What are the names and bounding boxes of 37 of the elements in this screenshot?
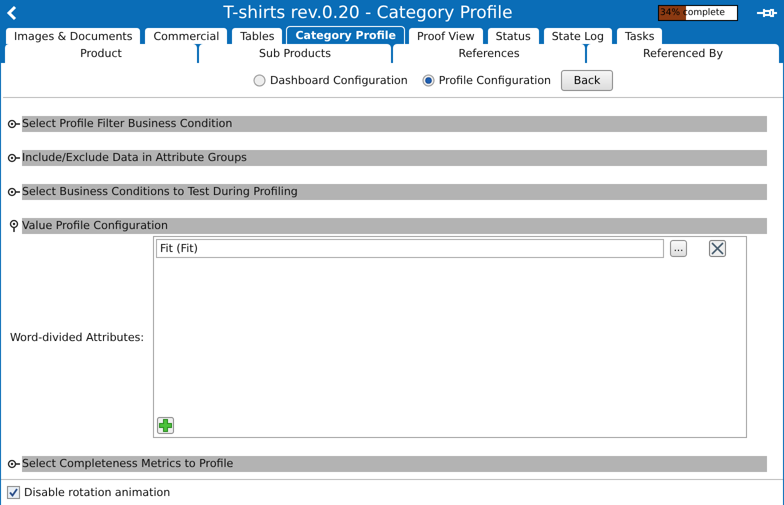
collapse-icon[interactable] — [7, 219, 21, 233]
tab[interactable]: Status — [486, 27, 540, 44]
section-header[interactable]: Value Profile Configuration — [22, 218, 767, 234]
tab[interactable]: Images & Documents — [5, 27, 142, 44]
expand-icon[interactable] — [7, 151, 21, 165]
tab[interactable]: Tables — [231, 27, 284, 44]
checkbox-label: Disable rotation animation — [24, 486, 170, 498]
radio-label: Profile Configuration — [438, 74, 552, 86]
section-header[interactable]: Select Business Conditions to Test During Profiling — [22, 184, 767, 200]
window-title: T-shirts rev.0.20 - Category Profile — [222, 3, 514, 23]
tab[interactable]: Category Profile — [286, 26, 405, 44]
expand-icon[interactable] — [7, 457, 21, 471]
back-button[interactable]: Back — [561, 70, 614, 90]
expand-icon[interactable] — [7, 185, 21, 199]
tab[interactable]: Proof View — [408, 27, 484, 44]
checkbox[interactable] — [7, 486, 20, 498]
subtab[interactable]: References — [393, 44, 585, 63]
tab[interactable]: State Log — [542, 27, 613, 44]
tab[interactable]: Tasks — [616, 27, 664, 44]
subtab[interactable]: Product — [5, 44, 197, 63]
radio-button[interactable] — [252, 74, 266, 86]
section-header[interactable]: Select Profile Filter Business Condition — [22, 116, 767, 132]
subtab[interactable]: Referenced By — [587, 44, 779, 63]
radio-label: Dashboard Configuration — [270, 74, 408, 86]
tab[interactable]: Commercial — [144, 27, 228, 44]
field-label: Word-divided Attributes: — [10, 330, 144, 344]
radio-button[interactable] — [422, 74, 435, 86]
back-icon[interactable] — [6, 5, 18, 21]
subtab[interactable]: Sub Products — [199, 44, 391, 63]
section-header[interactable]: Select Completeness Metrics to Profile — [22, 456, 767, 472]
expand-icon[interactable] — [7, 117, 21, 131]
pin-icon[interactable] — [756, 7, 778, 19]
add-icon[interactable] — [157, 417, 174, 434]
browse-button[interactable]: ... — [670, 240, 687, 257]
remove-icon[interactable] — [709, 240, 726, 257]
section-header[interactable]: Include/Exclude Data in Attribute Groups — [22, 150, 767, 166]
attribute-field[interactable]: Fit (Fit) — [156, 239, 664, 258]
